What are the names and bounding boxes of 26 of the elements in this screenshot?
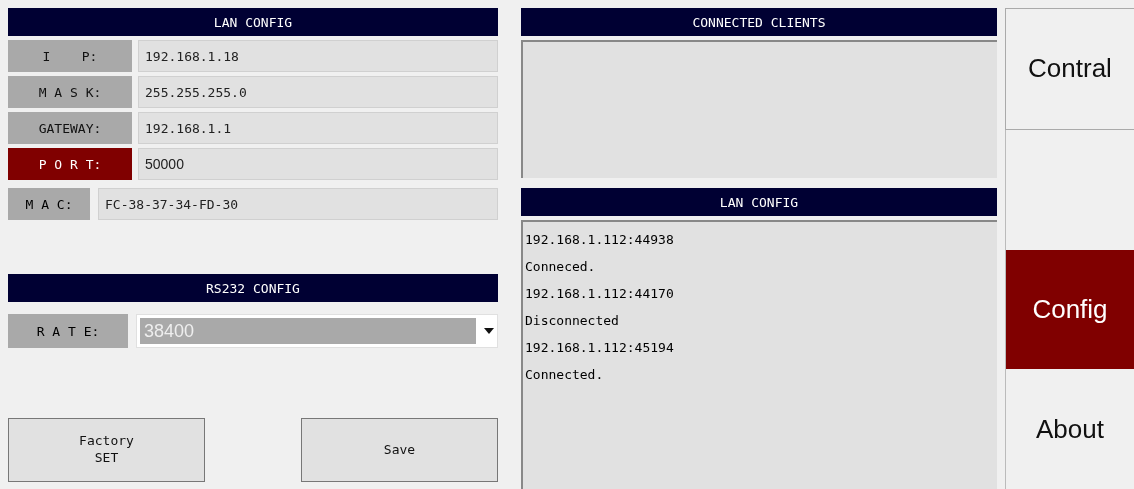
- input-field[interactable]: 255.255.255.0: [138, 76, 498, 108]
- section-header: LAN CONFIG: [8, 8, 498, 36]
- input-field[interactable]: FC-38-37-34-FD-30: [98, 188, 498, 220]
- field-label: R A T E:: [8, 314, 128, 348]
- log-line: Disconnected: [525, 312, 620, 330]
- action-button[interactable]: Factory SET: [8, 418, 205, 482]
- log-line: 192.168.1.112:44170: [525, 285, 675, 303]
- section-header: LAN CONFIG: [521, 188, 997, 216]
- nav-tab[interactable]: Config: [1005, 249, 1134, 370]
- field-label: M A C:: [8, 188, 90, 220]
- action-button[interactable]: Save: [301, 418, 498, 482]
- dropdown-arrow-icon: [484, 328, 494, 334]
- log-line: 192.168.1.112:45194: [525, 339, 675, 357]
- nav-tab[interactable]: Contral: [1005, 8, 1134, 130]
- input-field[interactable]: 50000: [138, 148, 498, 180]
- input-field[interactable]: 192.168.1.18: [138, 40, 498, 72]
- field-label: I P:: [8, 40, 132, 72]
- field-label: M A S K:: [8, 76, 132, 108]
- section-header: RS232 CONFIG: [8, 274, 498, 302]
- field-label: P O R T:: [8, 148, 132, 180]
- log-line: Connected.: [525, 366, 605, 384]
- field-label: GATEWAY:: [8, 112, 132, 144]
- log-line: 192.168.1.112:44938: [525, 231, 675, 249]
- log-line: Conneced.: [525, 258, 597, 276]
- section-header: CONNECTED CLIENTS: [521, 8, 997, 36]
- input-field[interactable]: 192.168.1.1: [138, 112, 498, 144]
